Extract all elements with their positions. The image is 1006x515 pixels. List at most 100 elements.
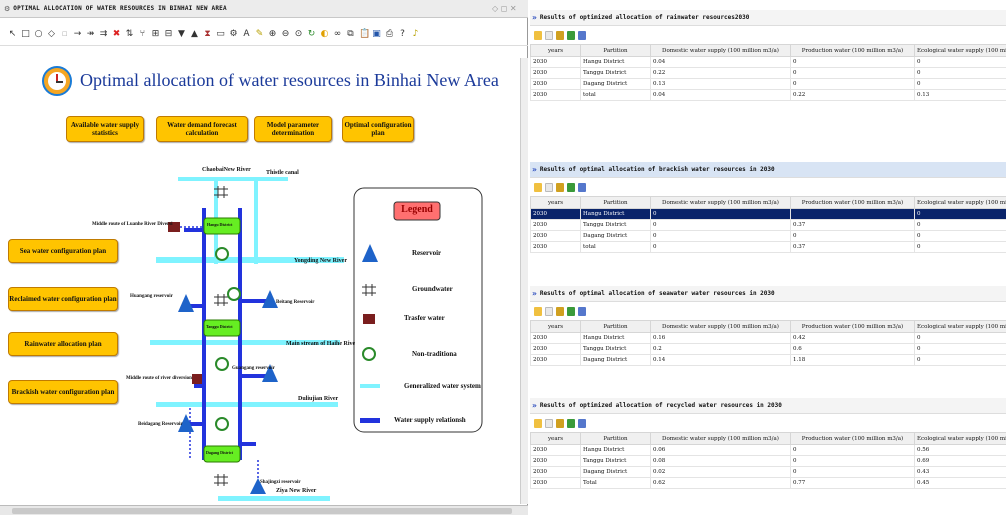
- refresh-icon[interactable]: [545, 306, 553, 316]
- column-header[interactable]: Production water (100 million m3/a): [790, 44, 915, 57]
- export-icon[interactable]: [567, 418, 575, 428]
- column-header[interactable]: Production water (100 million m3/a): [790, 196, 915, 209]
- double-arrow-icon[interactable]: ⇉: [99, 29, 108, 39]
- column-header[interactable]: Ecological water supply (100 mill: [914, 196, 1006, 209]
- refresh-icon[interactable]: [545, 418, 553, 428]
- print-icon[interactable]: ⎙: [385, 29, 394, 39]
- copy-icon[interactable]: ⧉: [346, 29, 355, 39]
- folder-icon[interactable]: [534, 418, 542, 428]
- grid-icon[interactable]: ⊞: [151, 29, 160, 39]
- sort-icon[interactable]: ⇅: [125, 29, 134, 39]
- table-row[interactable]: 2030 Total 0.62 0.77 0.45: [530, 477, 1006, 489]
- save-icon[interactable]: ▣: [372, 29, 381, 39]
- box-tool-icon[interactable]: ▫: [60, 29, 69, 39]
- window-controls[interactable]: ◇ ◻ ✕: [492, 4, 522, 14]
- table-row[interactable]: 2030 Tanggu District 0.2 0.6 0: [530, 343, 1006, 355]
- brush-icon[interactable]: ♪: [411, 29, 420, 39]
- refresh-icon[interactable]: ↻: [307, 29, 316, 39]
- table-row[interactable]: 2030 Dagang District 0 0 0: [530, 230, 1006, 242]
- column-header[interactable]: Domestic water supply (100 million m3/a): [650, 196, 791, 209]
- column-header[interactable]: Partition: [580, 320, 651, 333]
- diagram-horizontal-scrollbar[interactable]: [0, 505, 528, 515]
- line-tool-icon[interactable]: →: [73, 29, 82, 39]
- results-section-seawater: » Results of optimal allocation of seawat…: [530, 286, 1006, 366]
- table-row[interactable]: 2030 Tanggu District 0.22 0 0: [530, 67, 1006, 79]
- ellipse-tool-icon[interactable]: ○: [34, 29, 43, 39]
- section-header[interactable]: » Results of optimized allocation of rain…: [530, 10, 1006, 26]
- export-icon[interactable]: [567, 30, 575, 40]
- table-row[interactable]: 2030 total 0.04 0.22 0.13: [530, 89, 1006, 101]
- table-row[interactable]: 2030 Tanggu District 0 0.37 0: [530, 219, 1006, 231]
- column-header[interactable]: Production water (100 million m3/a): [790, 432, 915, 445]
- gear-icon[interactable]: ⚙: [229, 29, 238, 39]
- column-header[interactable]: Ecological water supply (100 mill: [914, 320, 1006, 333]
- table-cell: Tanggu District: [580, 67, 651, 79]
- column-header[interactable]: Partition: [580, 432, 651, 445]
- link-icon[interactable]: ∞: [333, 29, 342, 39]
- search-icon[interactable]: [578, 182, 586, 192]
- table-row[interactable]: 2030 Hangu District 0.04 0 0: [530, 56, 1006, 68]
- refresh-icon[interactable]: [545, 182, 553, 192]
- rectangle-tool-icon[interactable]: □: [21, 29, 30, 39]
- diagram-canvas[interactable]: Optimal allocation of water resources in…: [8, 58, 520, 504]
- column-header[interactable]: years: [530, 44, 581, 57]
- section-header[interactable]: » Results of optimized allocation of recy…: [530, 398, 1006, 414]
- zoom-fit-icon[interactable]: ⊙: [294, 29, 303, 39]
- pencil-icon[interactable]: ✎: [255, 29, 264, 39]
- column-header[interactable]: years: [530, 196, 581, 209]
- delete-icon[interactable]: ✖: [112, 29, 121, 39]
- group-icon[interactable]: ⊟: [164, 29, 173, 39]
- scroll-thumb[interactable]: [12, 508, 512, 514]
- valve-icon[interactable]: ⧗: [203, 29, 212, 39]
- frame-icon[interactable]: ▭: [216, 29, 225, 39]
- column-header[interactable]: Domestic water supply (100 million m3/a): [650, 44, 791, 57]
- table-row[interactable]: 2030 Dagang District 0.02 0 0.43: [530, 466, 1006, 478]
- text-tool-icon[interactable]: A: [242, 29, 251, 39]
- table-cell: 0.13: [914, 89, 1006, 101]
- column-header[interactable]: Ecological water supply (100 mi: [914, 44, 1006, 57]
- edit-icon[interactable]: [556, 182, 564, 192]
- folder-icon[interactable]: [534, 182, 542, 192]
- section-header[interactable]: » Results of optimal allocation of bracki…: [530, 162, 1006, 178]
- table-row[interactable]: 2030 Dagang District 0.13 0 0: [530, 78, 1006, 90]
- column-header[interactable]: Domestic water supply (100 million m3/a): [650, 432, 791, 445]
- split-icon[interactable]: ⑂: [138, 29, 147, 39]
- table-row[interactable]: 2030 total 0 0.37 0: [530, 241, 1006, 253]
- up-icon[interactable]: ▲: [190, 29, 199, 39]
- color-icon[interactable]: ◐: [320, 29, 329, 39]
- diamond-tool-icon[interactable]: ◇: [47, 29, 56, 39]
- table-row[interactable]: 2030 Hangu District 0.16 0.42 0: [530, 332, 1006, 344]
- edit-icon[interactable]: [556, 30, 564, 40]
- folder-icon[interactable]: [534, 306, 542, 316]
- edit-icon[interactable]: [556, 306, 564, 316]
- table-cell: 0.04: [650, 56, 791, 68]
- refresh-icon[interactable]: [545, 30, 553, 40]
- table-row[interactable]: 2030 Hangu District 0.06 0 0.56: [530, 444, 1006, 456]
- edit-icon[interactable]: [556, 418, 564, 428]
- zoom-out-icon[interactable]: ⊖: [281, 29, 290, 39]
- table-row[interactable]: 2030 Dagang District 0.14 1.18 0: [530, 354, 1006, 366]
- column-header[interactable]: years: [530, 320, 581, 333]
- search-icon[interactable]: [578, 418, 586, 428]
- table-row-selected[interactable]: 2030 Hangu District 0 0: [530, 208, 1006, 220]
- help-icon[interactable]: ?: [398, 29, 407, 39]
- column-header[interactable]: Domestic water supply (100 million m3/a): [650, 320, 791, 333]
- search-icon[interactable]: [578, 30, 586, 40]
- select-tool-icon[interactable]: ↖: [8, 29, 17, 39]
- arrow-tool-icon[interactable]: ↠: [86, 29, 95, 39]
- zoom-in-icon[interactable]: ⊕: [268, 29, 277, 39]
- column-header[interactable]: Ecological water supply (100 mill: [914, 432, 1006, 445]
- column-header[interactable]: Production water (100 million m3/a): [790, 320, 915, 333]
- export-icon[interactable]: [567, 182, 575, 192]
- column-header[interactable]: years: [530, 432, 581, 445]
- diagram-vertical-scrollbar[interactable]: [520, 58, 528, 504]
- column-header[interactable]: Partition: [580, 196, 651, 209]
- column-header[interactable]: Partition: [580, 44, 651, 57]
- section-header[interactable]: » Results of optimal allocation of seawat…: [530, 286, 1006, 302]
- down-icon[interactable]: ▼: [177, 29, 186, 39]
- paste-icon[interactable]: 📋: [359, 29, 370, 39]
- folder-icon[interactable]: [534, 30, 542, 40]
- export-icon[interactable]: [567, 306, 575, 316]
- search-icon[interactable]: [578, 306, 586, 316]
- table-row[interactable]: 2030 Tanggu District 0.08 0 0.69: [530, 455, 1006, 467]
